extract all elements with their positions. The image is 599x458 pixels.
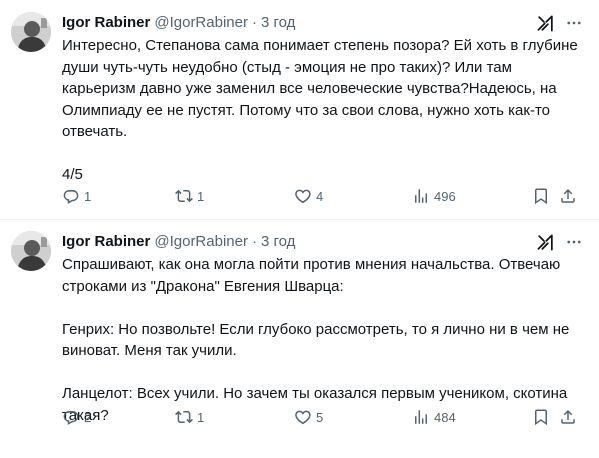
repost-button[interactable]: 1 [175,187,204,205]
tweet[interactable]: Igor Rabiner @IgorRabiner · 3 год Спраши… [0,220,599,458]
author-handle[interactable]: @IgorRabiner [154,232,248,252]
reply-button[interactable]: 1 [62,187,91,205]
author-name[interactable]: Igor Rabiner [62,13,150,33]
timestamp[interactable]: 3 год [261,13,295,33]
repost-icon [175,410,193,424]
tweet-text: Спрашивают, как она могла пойти против м… [62,256,570,424]
bookmark-button[interactable] [532,408,550,426]
views-count: 484 [434,409,456,425]
share-button[interactable] [559,408,577,426]
heart-icon [295,189,311,204]
reply-icon [63,411,79,425]
bookmark-icon [535,409,547,426]
reply-count: 2 [84,409,92,425]
more-icon[interactable] [565,233,583,251]
repost-count: 1 [197,188,205,204]
timestamp[interactable]: 3 год [261,232,295,252]
like-button[interactable]: 4 [294,187,323,205]
tweet[interactable]: Igor Rabiner @IgorRabiner · 3 год Интере… [0,0,599,220]
like-button[interactable]: 5 [294,408,323,426]
share-icon [561,188,575,203]
share-icon [561,409,575,424]
reply-button[interactable]: 2 [62,408,91,426]
tweet-text: Интересно, Степанова сама понимает степе… [62,37,578,183]
grok-icon[interactable] [536,233,555,252]
avatar-photo-icon [11,12,51,52]
separator: · [251,233,257,250]
share-button[interactable] [559,187,577,205]
repost-count: 1 [197,409,205,425]
views-icon [415,189,427,203]
bookmark-button[interactable] [532,187,550,205]
views-button[interactable]: 484 [412,408,456,426]
views-count: 496 [434,188,456,204]
heart-icon [295,410,311,425]
like-count: 5 [316,409,324,425]
avatar[interactable] [11,231,51,271]
views-icon [415,410,427,424]
views-button[interactable]: 496 [412,187,456,205]
repost-button[interactable]: 1 [175,408,204,426]
grok-icon[interactable] [536,14,555,33]
like-count: 4 [316,188,324,204]
reply-icon [63,190,79,204]
tweet-actions: 1 1 4 496 [62,186,583,206]
more-icon[interactable] [565,14,583,32]
avatar[interactable] [11,12,51,52]
tweet-header: Igor Rabiner @IgorRabiner · 3 год [62,12,583,34]
author-handle[interactable]: @IgorRabiner [154,13,248,33]
tweet-header: Igor Rabiner @IgorRabiner · 3 год [62,231,583,253]
reply-count: 1 [84,188,92,204]
separator: · [251,14,257,31]
author-name[interactable]: Igor Rabiner [62,232,150,252]
bookmark-icon [535,188,547,205]
avatar-photo-icon [11,231,51,271]
repost-icon [175,189,193,203]
tweet-actions: 2 1 5 484 [62,407,583,427]
